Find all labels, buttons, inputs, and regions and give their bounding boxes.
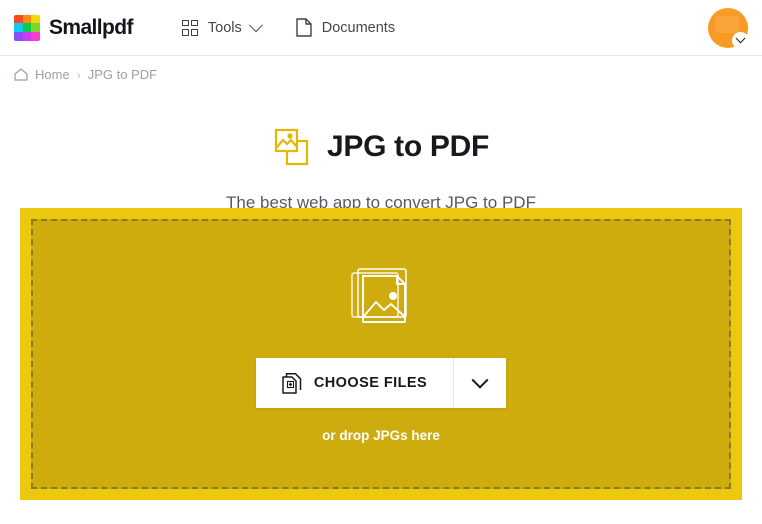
document-plus-icon — [282, 372, 302, 395]
choose-files-button[interactable]: CHOOSE FILES — [255, 358, 454, 408]
chevron-down-icon — [735, 32, 746, 43]
logo-cell — [31, 23, 40, 32]
dropzone-outer: CHOOSE FILES or drop JPGs here — [20, 208, 742, 500]
breadcrumb-home-link[interactable]: Home — [35, 67, 70, 82]
title-row: JPG to PDF — [0, 110, 762, 184]
choose-files-label: CHOOSE FILES — [313, 375, 428, 391]
logo-cell — [22, 31, 32, 41]
nav-item-documents[interactable]: Documents — [295, 18, 396, 37]
image-stack-icon — [350, 265, 412, 332]
logo-cell — [22, 23, 32, 32]
logo-cell — [14, 23, 23, 32]
smallpdf-logo-icon — [14, 14, 40, 41]
app-header: Smallpdf Tools Documents — [0, 0, 762, 56]
brand-name: Smallpdf — [49, 15, 133, 39]
logo-cell — [31, 14, 40, 24]
avatar[interactable] — [708, 7, 749, 49]
chevron-down-icon — [248, 17, 263, 32]
page-title: JPG to PDF — [326, 130, 489, 164]
home-icon — [14, 68, 28, 81]
file-dropzone[interactable]: CHOOSE FILES or drop JPGs here — [31, 219, 731, 489]
logo-cell — [22, 14, 32, 24]
jpg-to-pdf-icon — [273, 128, 311, 166]
chevron-down-icon — [471, 371, 489, 389]
breadcrumb-current: JPG to PDF — [87, 67, 158, 82]
logo-cell — [14, 31, 23, 41]
brand-logo[interactable]: Smallpdf — [14, 14, 133, 41]
grid-icon — [181, 19, 199, 37]
choose-files-dropdown-button[interactable] — [453, 358, 507, 408]
nav-item-tools-label: Tools — [207, 19, 242, 36]
logo-cell — [31, 31, 40, 41]
account-menu-toggle[interactable] — [732, 31, 749, 49]
breadcrumb-separator: › — [76, 67, 81, 82]
breadcrumb: Home › JPG to PDF — [0, 56, 762, 82]
document-icon — [295, 18, 313, 37]
avatar-face — [715, 15, 739, 33]
nav-item-documents-label: Documents — [321, 19, 396, 36]
drop-hint-text: or drop JPGs here — [322, 428, 440, 443]
logo-cell — [14, 14, 23, 24]
nav-item-tools[interactable]: Tools — [181, 17, 263, 37]
main-nav: Tools Documents — [181, 17, 396, 37]
page-header: JPG to PDF The best web app to convert J… — [0, 110, 762, 213]
choose-files-group: CHOOSE FILES — [255, 358, 507, 408]
